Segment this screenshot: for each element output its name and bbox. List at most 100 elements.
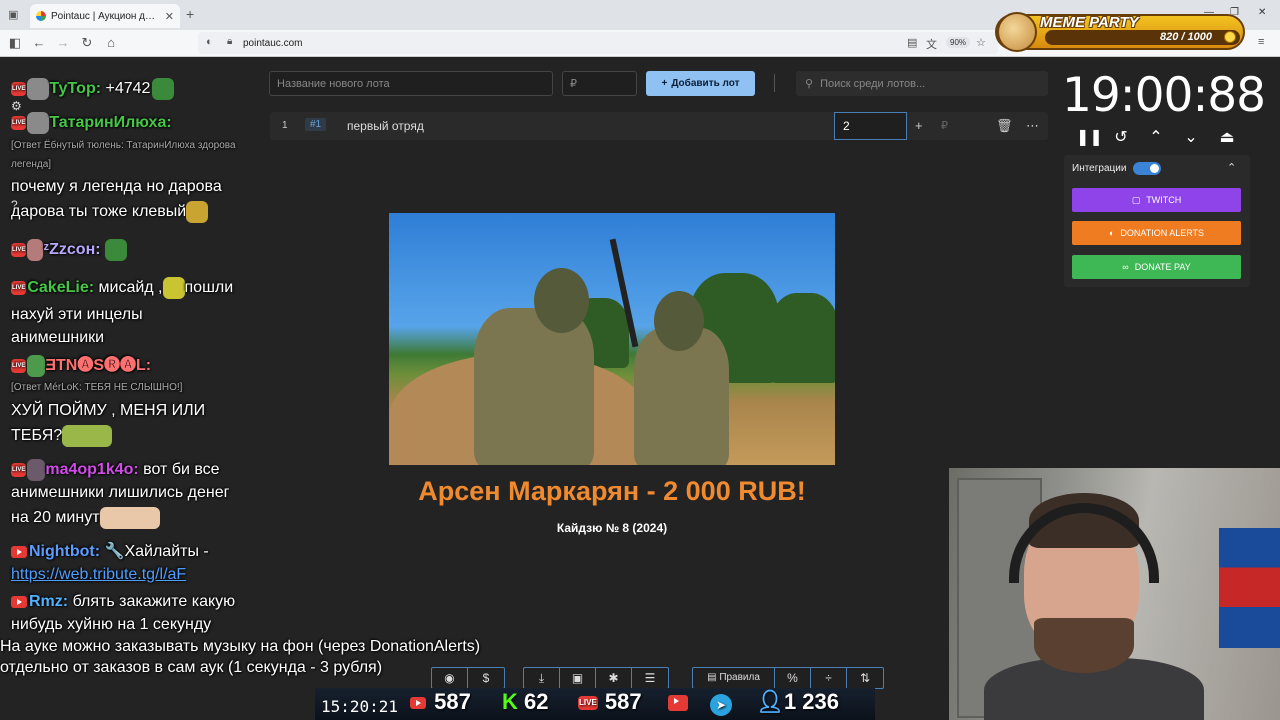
delete-lot-icon[interactable]: 🗑︎ — [996, 118, 1013, 134]
percent-icon[interactable]: % — [775, 668, 811, 688]
browser-tab[interactable]: Pointauc | Аукцион для стримера ✕ — [30, 4, 180, 28]
bookmark-star-icon[interactable]: ☆ — [976, 36, 986, 49]
tab-title: Pointauc | Аукцион для стримера — [51, 10, 160, 22]
winner-video[interactable] — [389, 213, 835, 465]
add-lot-button[interactable]: + Добавить лот — [646, 71, 755, 96]
integrations-label: Интеграции — [1072, 163, 1127, 174]
chat-message: Rmz: блять закажите какую — [11, 591, 235, 613]
lot-search-input[interactable]: ⚲ Поиск среди лотов... — [796, 71, 1048, 96]
donate-icon[interactable]: $ — [468, 668, 504, 688]
kick-viewers: K 62 — [502, 689, 549, 714]
site-info-icon[interactable]: ◐ — [206, 36, 213, 48]
add-lot-label: Добавить лот — [671, 78, 740, 89]
chat-text: нибудь хуйню на 1 секунду — [11, 616, 212, 633]
address-bar[interactable] — [198, 32, 998, 54]
badge-icon — [27, 112, 50, 134]
chat-message: LIVE ТатаринИлюха: — [11, 112, 172, 134]
lot-currency: ₽ — [941, 120, 948, 132]
chat-message: LIVE CakeLie: мисайд , пошли — [11, 277, 233, 299]
chat-message: Nightbot: 🔧Хайлайты - — [11, 541, 209, 563]
kick-icon: K — [502, 689, 518, 714]
zoom-level[interactable]: 90% — [946, 37, 971, 48]
more-options-icon[interactable]: ⋯ — [1026, 118, 1039, 134]
reader-mode-icon[interactable]: ▤ — [907, 36, 917, 49]
pause-icon[interactable]: ❚❚ — [1076, 127, 1103, 147]
tab-overview-icon[interactable]: ▣ — [8, 8, 18, 21]
user-icon: 👤︎ — [756, 689, 784, 714]
emote-icon — [186, 201, 209, 223]
integrations-toggle[interactable] — [1133, 162, 1161, 175]
double-increase-icon[interactable]: ⏏ — [1217, 127, 1237, 147]
notice-line-1: На ауке можно заказывать музыку на фон (… — [0, 638, 481, 655]
add-amount-icon[interactable]: + — [915, 118, 923, 133]
clear-list-icon[interactable]: ☰ — [632, 668, 668, 688]
lock-icon: 🔒︎ — [227, 36, 233, 47]
back-icon[interactable]: ← — [30, 35, 48, 50]
increase-time-icon[interactable]: ⌃ — [1146, 127, 1166, 147]
chat-text: почему я легенда но дарова — [11, 178, 222, 195]
donate-pay-icon: ∞ — [1122, 262, 1129, 272]
badge-icon — [27, 78, 50, 100]
sort-icon[interactable]: ⇅ — [847, 668, 883, 688]
chat-text: дарова ты тоже клевый — [11, 201, 209, 223]
chat-text: анимешники лишились денег — [11, 484, 230, 501]
badge-icon — [27, 239, 44, 261]
youtube-icon — [11, 595, 27, 608]
search-icon: ⚲ — [805, 78, 814, 90]
donation-alerts-label: DONATION ALERTS — [1120, 228, 1205, 238]
bug-icon[interactable]: ✱ — [596, 668, 632, 688]
rules-button[interactable]: ▤ Правила — [693, 668, 775, 688]
collapse-icon[interactable]: ⌃ — [1227, 161, 1236, 174]
badge-icon — [27, 459, 46, 481]
translate-icon[interactable]: 文 — [926, 36, 937, 52]
stream-clock: 15:20:21 — [321, 697, 399, 716]
chat-text: нахуй эти инцелы — [11, 306, 143, 323]
reload-icon[interactable]: ↻ — [78, 35, 96, 51]
new-tab-icon[interactable]: + — [186, 6, 194, 22]
forward-icon[interactable]: → — [54, 35, 72, 50]
lot-index: 1 — [282, 120, 288, 131]
new-lot-amount-input[interactable]: ₽ — [562, 71, 637, 96]
youtube-viewers: 587 — [410, 689, 471, 715]
save-icon[interactable]: ▣ — [560, 668, 596, 688]
decrease-time-icon[interactable]: ⌄ — [1181, 127, 1201, 147]
video-icon — [668, 689, 690, 715]
sidebar-toggle-icon[interactable]: ◧ — [6, 35, 24, 51]
live-viewers: LIVE 587 — [578, 689, 642, 714]
download-icon[interactable]: ⤓ — [524, 668, 560, 688]
lot-name[interactable]: первый отряд — [347, 119, 424, 133]
hands-emote-icon — [99, 507, 160, 529]
frog-emote-icon — [62, 425, 113, 447]
frog-emote-icon — [152, 78, 175, 100]
split-icon[interactable]: ÷ — [811, 668, 847, 688]
twitch-label: TWITCH — [1146, 195, 1182, 205]
home-icon[interactable]: ⌂ — [102, 35, 120, 50]
reset-icon[interactable]: ↺ — [1111, 127, 1131, 147]
lot-id-badge[interactable]: #1 — [305, 118, 327, 131]
github-icon[interactable]: ◉ — [432, 668, 468, 688]
donate-pay-label: DONATE PAY — [1134, 262, 1191, 272]
close-tab-icon[interactable]: ✕ — [165, 10, 174, 23]
youtube-icon — [11, 545, 27, 558]
menu-icon[interactable]: ≡ — [1258, 36, 1264, 48]
chat-text: на 20 минут — [11, 507, 160, 529]
donation-alerts-button[interactable]: ◐ DONATION ALERTS — [1072, 221, 1241, 245]
meme-party-title: MEME PARTY — [1040, 14, 1139, 31]
twitch-button[interactable]: ▢ TWITCH — [1072, 188, 1241, 212]
auction-timer: 19:00:88 — [1062, 68, 1266, 123]
new-lot-name-input[interactable]: Название нового лота — [269, 71, 553, 96]
chat-reply: легенда] — [11, 159, 52, 170]
total-viewers: 👤︎1 236 — [756, 689, 839, 714]
emote-icon — [162, 277, 185, 299]
winner-title: Арсен Маркарян - 2 000 RUB! — [418, 476, 806, 506]
chat-link[interactable]: https://web.tribute.tg/l/aF — [11, 564, 186, 586]
url-text: pointauc.com — [243, 38, 303, 49]
chat-message: LIVE ƎTN🅐S🅡🅐L: — [11, 355, 151, 377]
close-window-icon[interactable]: ✕ — [1258, 7, 1266, 18]
chat-reply: [Ответ MérLoK: ТЕБЯ НЕ СЛЫШНО!] — [11, 382, 183, 393]
winner-subtitle: Кайдзю № 8 (2024) — [556, 521, 668, 535]
lot-amount-input[interactable]: 2 — [834, 112, 907, 140]
site-favicon-icon — [36, 11, 46, 21]
toolbar-group-settings: ▤ Правила % ÷ ⇅ — [692, 667, 884, 689]
donate-pay-button[interactable]: ∞ DONATE PAY — [1072, 255, 1241, 279]
